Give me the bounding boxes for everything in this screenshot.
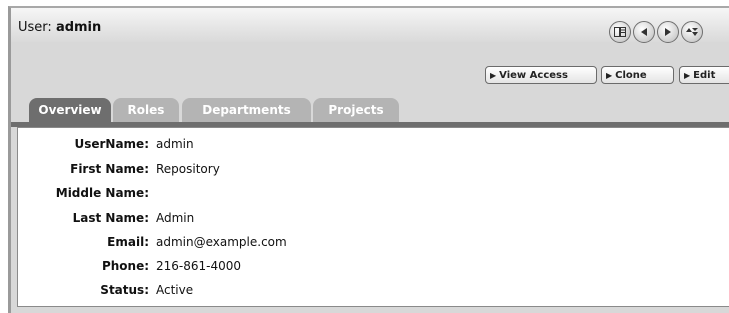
tab-label: Projects bbox=[328, 103, 384, 117]
field-value: Active bbox=[156, 283, 194, 297]
detail-row-email: Email: admin@example.com bbox=[18, 235, 729, 255]
field-label: First Name: bbox=[70, 162, 149, 176]
view-access-label: View Access bbox=[499, 69, 568, 81]
tab-label: Departments bbox=[202, 103, 291, 117]
clone-button[interactable]: ▶ Clone bbox=[601, 66, 674, 84]
field-label: Last Name: bbox=[72, 211, 149, 225]
tab-label: Overview bbox=[38, 103, 102, 117]
play-icon: ▶ bbox=[684, 70, 691, 80]
field-value: Repository bbox=[156, 162, 220, 176]
field-value: Admin bbox=[156, 211, 195, 225]
field-value: admin bbox=[156, 137, 194, 151]
header-bar: User: admin bbox=[11, 8, 729, 43]
field-label: Email: bbox=[107, 235, 149, 249]
field-label: Phone: bbox=[101, 259, 149, 273]
detail-row-phone: Phone: 216-861-4000 bbox=[18, 259, 729, 279]
action-toolbar: ▶ View Access ▶ Clone ▶ Edit bbox=[11, 66, 729, 84]
clone-label: Clone bbox=[615, 69, 647, 81]
detail-row-middle-name: Middle Name: bbox=[18, 186, 729, 206]
tab-departments[interactable]: Departments bbox=[182, 98, 311, 122]
view-access-button[interactable]: ▶ View Access bbox=[485, 66, 597, 84]
edit-button[interactable]: ▶ Edit bbox=[679, 66, 729, 84]
detail-row-last-name: Last Name: Admin bbox=[18, 211, 729, 231]
field-value: 216-861-4000 bbox=[156, 259, 242, 273]
detail-row-username: UserName: admin bbox=[18, 137, 729, 157]
arrow-right-icon[interactable] bbox=[657, 21, 679, 43]
detail-row-status: Status: Active bbox=[18, 283, 729, 303]
field-value: admin@example.com bbox=[156, 235, 287, 249]
user-detail-window: User: admin ▶ View Access ▶ Clone ▶ Edit bbox=[8, 6, 729, 313]
detail-row-first-name: First Name: Repository bbox=[18, 162, 729, 182]
tab-roles[interactable]: Roles bbox=[113, 98, 179, 122]
play-icon: ▶ bbox=[490, 70, 497, 80]
overview-panel: UserName: admin First Name: Repository M… bbox=[17, 127, 729, 307]
play-icon: ▶ bbox=[606, 70, 613, 80]
arrow-left-icon[interactable] bbox=[633, 21, 655, 43]
field-label: Middle Name: bbox=[55, 186, 149, 200]
layout-icon[interactable] bbox=[609, 21, 631, 43]
title-username: admin bbox=[55, 20, 102, 35]
tab-bar: Overview Roles Departments Projects bbox=[11, 98, 729, 122]
tab-label: Roles bbox=[127, 103, 165, 117]
tab-projects[interactable]: Projects bbox=[313, 98, 399, 122]
sort-icon[interactable] bbox=[681, 21, 703, 43]
field-label: UserName: bbox=[74, 137, 149, 151]
field-label: Status: bbox=[100, 283, 149, 297]
tab-overview[interactable]: Overview bbox=[29, 98, 111, 122]
edit-label: Edit bbox=[693, 69, 716, 81]
page-title: User: admin bbox=[18, 20, 101, 35]
title-prefix: User: bbox=[18, 20, 52, 35]
